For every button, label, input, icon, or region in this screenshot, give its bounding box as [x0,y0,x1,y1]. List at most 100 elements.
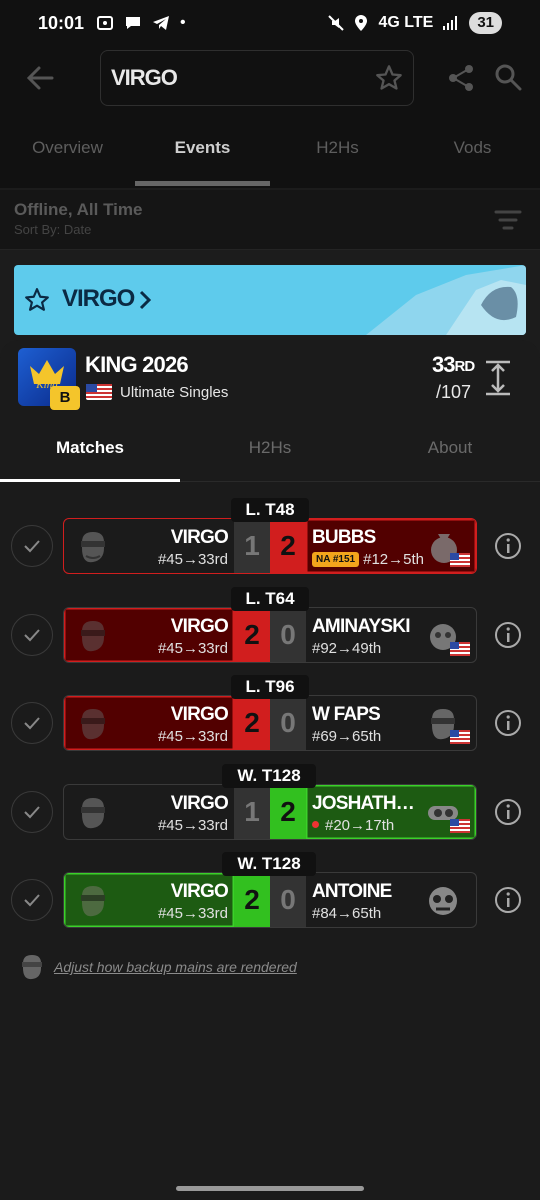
entrants-count: /107 [436,382,472,402]
tab-overview[interactable]: Overview [0,108,135,188]
star-icon[interactable] [24,287,50,313]
check-button[interactable] [11,791,53,833]
sort-icon[interactable] [494,208,522,232]
us-flag-icon [86,384,112,400]
tab-matches[interactable]: Matches [0,420,180,481]
player2-seed: #69→65th [312,728,382,745]
player1-score: 2 [234,696,270,750]
player2-name: ANTOINE [312,881,392,902]
check-icon [24,540,40,553]
search-icon[interactable] [494,63,522,91]
player-banner[interactable]: VIRGO [14,265,526,335]
tab-events[interactable]: Events [135,108,270,188]
player2-seed: #92→49th [312,640,382,657]
player2-score: 0 [270,608,306,662]
location-icon [355,15,368,31]
player-avatar-icon [81,886,105,917]
check-icon [24,894,40,907]
info-icon[interactable] [494,798,522,826]
player1-seed: #45→33rd [157,551,228,568]
player1-name: VIRGO [170,793,229,814]
search-field[interactable]: VIRGO [100,50,414,106]
info-icon[interactable] [494,532,522,560]
tab-h2hs[interactable]: H2Hs [270,108,405,188]
home-indicator[interactable] [176,1186,364,1191]
match-row[interactable]: L. T48 VIRGO #45→33rd 1 2 BUBBS NA #151 #… [0,498,540,578]
match-round: L. T64 [231,587,309,611]
match-row[interactable]: L. T96 VIRGO #45→33rd 2 0 W FAPS #69→65t… [0,675,540,755]
match-card[interactable]: VIRGO #45→33rd 2 0 ANTOINE #84→65th [63,872,477,928]
check-button[interactable] [11,879,53,921]
player2-score: 0 [270,696,306,750]
player2-score: 0 [270,873,306,927]
expand-icon[interactable] [484,360,512,396]
tab-about[interactable]: About [360,420,540,481]
player1-score: 2 [234,873,270,927]
app-bar: VIRGO [0,46,540,108]
info-icon[interactable] [494,886,522,914]
player2-seed-text: #12→5th [363,551,424,568]
back-arrow-icon[interactable] [22,60,58,96]
player-avatar-icon [22,955,42,980]
crown-icon: King [30,360,64,390]
check-button[interactable] [11,525,53,567]
status-bar: 10:01 • 4G LTE 31 [0,0,540,46]
status-dot [312,821,319,828]
us-flag-icon [450,730,470,744]
check-button[interactable] [11,702,53,744]
check-icon [24,629,40,642]
star-icon[interactable] [375,64,403,92]
player-avatar-icon [81,621,105,652]
notification-icons: • [96,14,186,32]
player2-name: W FAPS [312,704,381,725]
battery-indicator: 31 [469,12,502,34]
tab-vods[interactable]: Vods [405,108,540,188]
check-icon [24,717,40,730]
player2-name: JOSHATHAN GA... [312,793,424,814]
info-icon[interactable] [494,621,522,649]
player-avatar-icon [429,887,457,915]
telegram-icon [153,16,170,30]
status-time: 10:01 [38,12,85,33]
backup-mains-link[interactable]: Adjust how backup mains are rendered [54,959,354,975]
match-row[interactable]: W. T128 VIRGO #45→33rd 1 2 JOSHATHAN GA.… [0,764,540,844]
check-button[interactable] [11,614,53,656]
match-round: L. T96 [231,675,309,699]
match-row[interactable]: L. T64 VIRGO #45→33rd 2 0 AMINAYSKI #92→… [0,587,540,667]
placing-suffix: RD [454,358,475,375]
check-icon [24,806,40,819]
us-flag-icon [450,819,470,833]
inner-tabs: Matches H2Hs About [0,420,540,482]
character-art [366,265,526,335]
inner-tab-indicator [0,479,180,482]
share-icon[interactable] [446,63,476,93]
match-card[interactable]: VIRGO #45→33rd 2 0 W FAPS #69→65th [63,695,477,751]
dot-icon: • [180,14,186,31]
banner-player-name: VIRGO [62,285,135,312]
tab-h2hs[interactable]: H2Hs [180,420,360,481]
player1-score: 2 [234,608,270,662]
player1-name: VIRGO [170,881,229,902]
placing-number: 33 [432,352,456,377]
info-icon[interactable] [494,709,522,737]
region-rank-tag: NA #151 [312,552,360,567]
player2-name: BUBBS [312,527,376,548]
match-card[interactable]: VIRGO #45→33rd 1 2 BUBBS NA #151 #12→5th [63,518,477,574]
signal-icon [443,16,458,30]
match-card[interactable]: VIRGO #45→33rd 1 2 JOSHATHAN GA... #20→1… [63,784,477,840]
tab-indicator [135,181,270,186]
top-tabs: Overview Events H2Hs Vods [0,108,540,188]
player2-score: 2 [270,785,306,839]
match-row[interactable]: W. T128 VIRGO #45→33rd 2 0 ANTOINE #84→6… [0,852,540,932]
filter-row[interactable]: Offline, All Time Sort By: Date [0,190,540,250]
player1-name: VIRGO [170,704,229,725]
player1-seed: #45→33rd [157,817,228,834]
filter-title: Offline, All Time [14,200,143,219]
player-avatar-icon [81,532,105,563]
match-card[interactable]: VIRGO #45→33rd 2 0 AMINAYSKI #92→49th [63,607,477,663]
player1-seed: #45→33rd [157,728,228,745]
player2-seed: #84→65th [312,905,382,922]
event-sheet: King B KING 2026 Ultimate Singles 33RD /… [0,340,540,1200]
us-flag-icon [450,642,470,656]
chevron-right-icon [139,290,152,310]
